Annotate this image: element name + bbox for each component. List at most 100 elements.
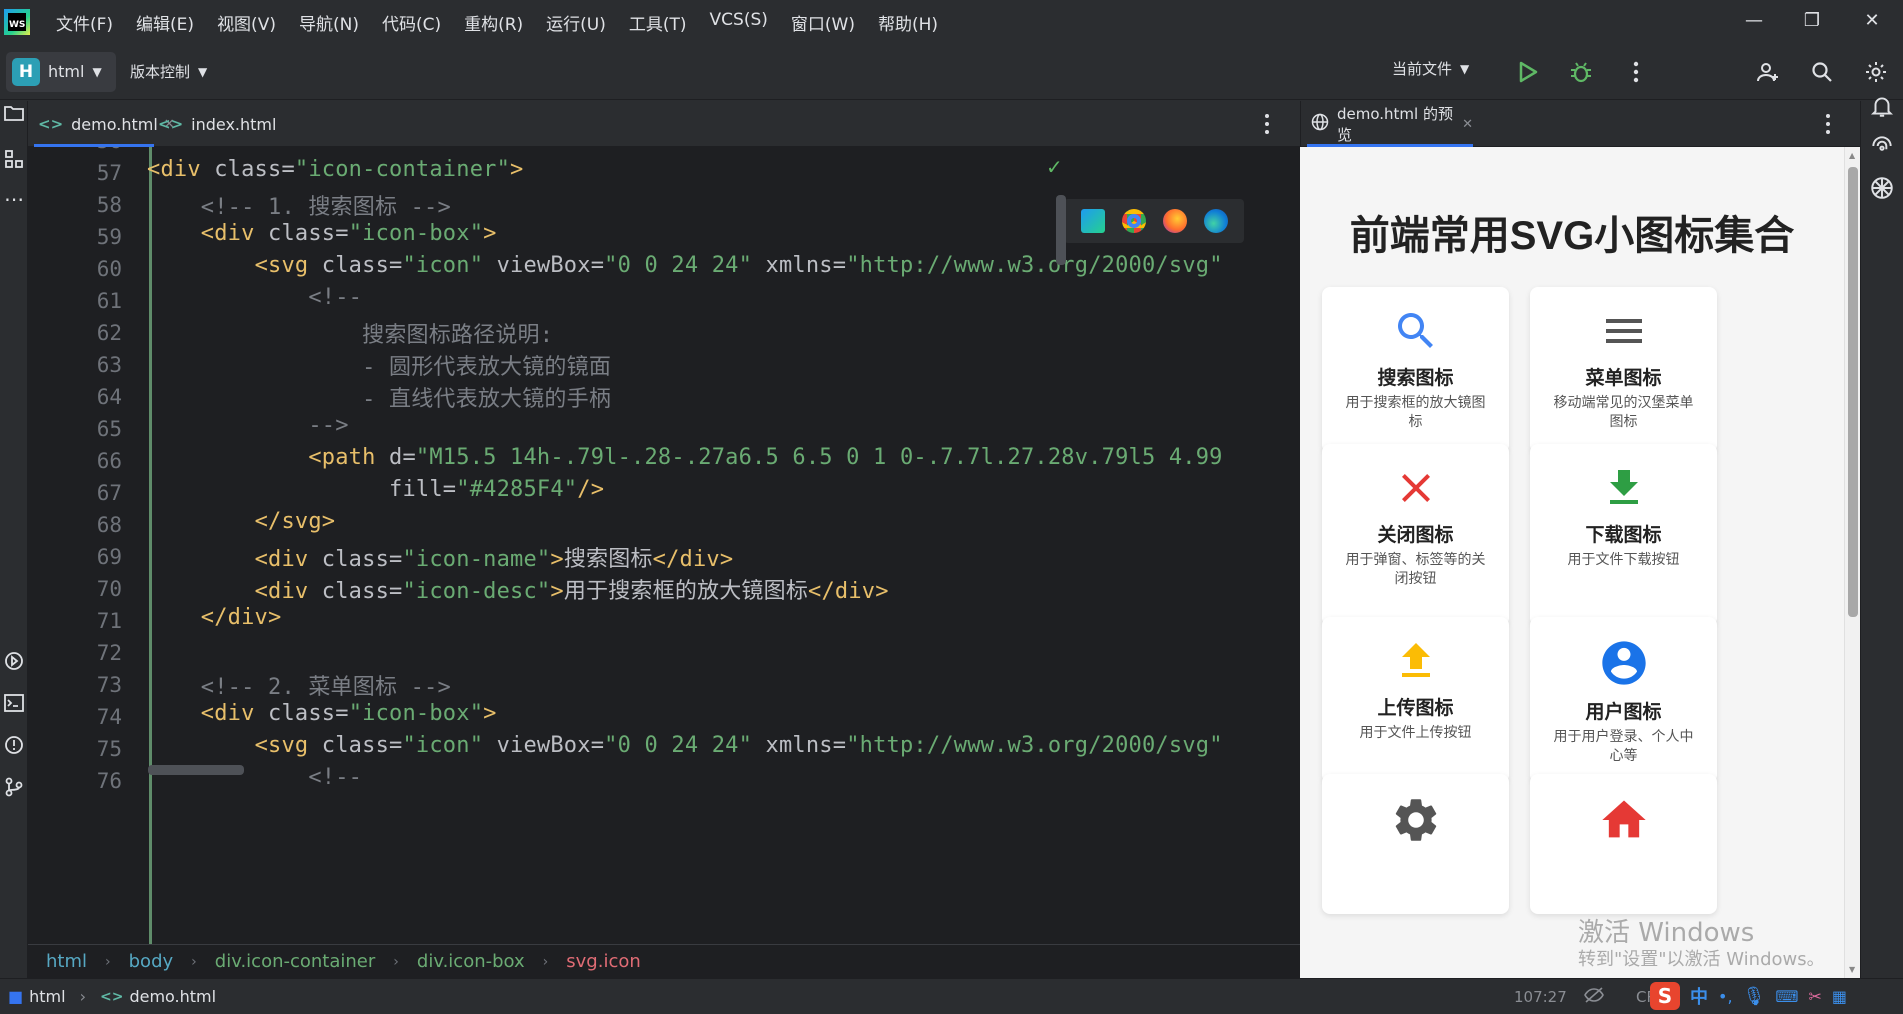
problems-icon[interactable] — [0, 731, 28, 759]
code-line: 搜索图标路径说明: — [362, 323, 554, 348]
inspection-ok-icon[interactable]: ✓ — [1046, 155, 1063, 179]
code-line: <svg class="icon" viewBox="0 0 24 24" xm… — [254, 733, 1223, 758]
project-selector[interactable]: H html ▼ — [6, 51, 116, 92]
breadcrumb-item[interactable]: html — [46, 951, 87, 972]
menu-item[interactable]: 视图(V) — [217, 10, 276, 35]
title-bar: WS 文件(F) 编辑(E) 视图(V) 导航(N) 代码(C) 重构(R) 运行(U) 工具… — [0, 0, 1903, 44]
skin-icon[interactable]: ✂ — [1808, 987, 1821, 1006]
breadcrumb-item[interactable]: div.icon-box — [417, 951, 525, 972]
line-number: 66 — [96, 449, 122, 473]
tab-demo-html[interactable]: <> demo.html ✕ — [34, 101, 175, 147]
icon-desc: 移动端常见的汉堡菜单图标 — [1553, 395, 1694, 430]
editor-h-scrollbar[interactable] — [148, 765, 244, 775]
icon-name: 上传图标 — [1377, 697, 1454, 719]
breadcrumb-item[interactable]: body — [129, 951, 174, 972]
icon-desc: 用于用户登录、个人中心等 — [1553, 729, 1694, 764]
editor-scrollbar[interactable] — [1056, 195, 1066, 265]
ai-assistant-icon[interactable] — [1869, 133, 1895, 163]
tab-preview[interactable]: demo.html 的预览 ✕ — [1307, 101, 1473, 147]
menu-item[interactable]: 工具(T) — [629, 10, 687, 35]
close-window-icon[interactable]: ✕ — [1860, 10, 1884, 34]
icon-name: 搜索图标 — [1377, 367, 1454, 389]
terminal-icon[interactable] — [0, 689, 28, 717]
toolbox-icon[interactable]: ▦ — [1832, 987, 1847, 1006]
menu-item[interactable]: 编辑(E) — [136, 10, 194, 35]
minimize-icon[interactable]: — — [1742, 10, 1766, 34]
menu-item[interactable]: 重构(R) — [464, 10, 523, 35]
run-config-selector[interactable]: 当前文件 ▼ — [1392, 58, 1469, 79]
keyboard-icon[interactable]: ⌨ — [1775, 987, 1798, 1006]
line-number: 62 — [96, 321, 122, 345]
structure-icon[interactable] — [0, 145, 28, 173]
preview-tab-label: demo.html 的预览 — [1337, 105, 1453, 144]
right-tool-strip — [1860, 97, 1903, 978]
code-line: <div class="icon-box"> — [200, 221, 497, 246]
git-icon[interactable] — [0, 773, 28, 801]
firefox-icon[interactable] — [1162, 209, 1187, 233]
code-editor[interactable]: 56 57 58 59 60 61 62 63 64 65 66 67 68 69 70 71 72 73 74 75… — [28, 147, 1300, 944]
run-icon[interactable] — [1514, 58, 1542, 86]
icon-name: 用户图标 — [1585, 701, 1662, 723]
eye-off-icon[interactable] — [1584, 986, 1604, 1008]
edge-icon[interactable] — [1203, 209, 1228, 233]
sogou-icon[interactable]: S — [1650, 982, 1680, 1010]
scroll-up-icon[interactable]: ▲ — [1849, 151, 1855, 160]
breadcrumb-item[interactable]: svg.icon — [566, 951, 641, 972]
tabs-more-icon[interactable] — [1264, 113, 1270, 139]
vcs-menu[interactable]: 版本控制 ▼ — [130, 61, 207, 82]
ime-tray: S 中 •, 🎙 ⌨ ✂ ▦ — [1650, 980, 1847, 1012]
breadcrumb: html › body › div.icon-container › div.icon-bo… — [28, 944, 1300, 978]
user-icon — [1530, 637, 1717, 689]
menu-item[interactable]: 代码(C) — [382, 10, 441, 35]
ime-mode[interactable]: 中 — [1690, 983, 1708, 1009]
menu-item[interactable]: VCS(S) — [710, 10, 768, 35]
menu-item[interactable]: 窗口(W) — [791, 10, 855, 35]
plugin-icon[interactable] — [1869, 175, 1895, 205]
code-line: <!-- 1. 搜索图标 --> — [200, 195, 451, 220]
status-project[interactable]: html — [29, 987, 65, 1006]
upload-icon — [1322, 637, 1509, 685]
menu-item[interactable]: 帮助(H) — [878, 10, 938, 35]
tab-index-html[interactable]: <> index.html — [158, 101, 276, 147]
browser-popup — [1064, 199, 1244, 243]
punctuation-icon[interactable]: •, — [1718, 987, 1733, 1006]
restore-icon[interactable]: ❐ — [1800, 10, 1824, 34]
close-tab-icon[interactable]: ✕ — [1462, 117, 1473, 132]
more-tools-icon[interactable]: ⋯ — [0, 185, 28, 213]
menu-item[interactable]: 文件(F) — [56, 10, 113, 35]
settings-icon[interactable] — [1862, 58, 1890, 86]
preview-scroll-thumb[interactable] — [1848, 167, 1858, 617]
search-icon[interactable] — [1808, 58, 1836, 86]
line-number-gutter: 56 57 58 59 60 61 62 63 64 65 66 67 68 69 70 71 72 73 74 75… — [28, 147, 150, 944]
preview-pane[interactable]: 前端常用SVG小图标集合 搜索图标 用于搜索框的放大镜图标 菜单图标 移动端常见的汉堡… — [1300, 147, 1860, 978]
add-user-icon[interactable] — [1754, 58, 1782, 86]
code-line: </svg> — [254, 509, 336, 534]
more-options-icon[interactable] — [1622, 58, 1650, 86]
scroll-down-icon[interactable]: ▼ — [1849, 965, 1855, 974]
services-icon[interactable] — [0, 647, 28, 675]
project-name: html — [48, 62, 85, 81]
status-file[interactable]: demo.html — [129, 987, 216, 1006]
editor-tabs: <> demo.html ✕ <> index.html — [28, 101, 1300, 147]
microphone-icon[interactable]: 🎙 — [1743, 986, 1766, 1007]
debug-icon[interactable] — [1567, 58, 1595, 86]
notifications-icon[interactable] — [1869, 93, 1895, 123]
breadcrumb-item[interactable]: div.icon-container — [215, 951, 376, 972]
caret-position[interactable]: 107:27 — [1514, 988, 1567, 1006]
line-number: 63 — [96, 353, 122, 377]
menu-item[interactable]: 导航(N) — [299, 10, 359, 35]
menu-item[interactable]: 运行(U) — [546, 10, 606, 35]
preview-tabs: demo.html 的预览 ✕ — [1300, 101, 1860, 147]
line-number: 60 — [96, 257, 122, 281]
line-number: 72 — [96, 641, 122, 665]
webstorm-logo-icon[interactable]: WS — [4, 9, 30, 35]
left-tool-strip: ⋯ — [0, 101, 28, 978]
preview-more-icon[interactable] — [1825, 113, 1831, 139]
webstorm-browser-icon[interactable] — [1080, 209, 1105, 233]
code-line: --> — [308, 413, 349, 438]
chrome-icon[interactable] — [1121, 209, 1146, 233]
line-number: 56 — [62, 147, 122, 153]
folder-icon[interactable] — [0, 91, 28, 135]
preview-scrollbar[interactable]: ▲ ▼ — [1844, 147, 1860, 978]
run-config-label: 当前文件 — [1392, 60, 1453, 78]
